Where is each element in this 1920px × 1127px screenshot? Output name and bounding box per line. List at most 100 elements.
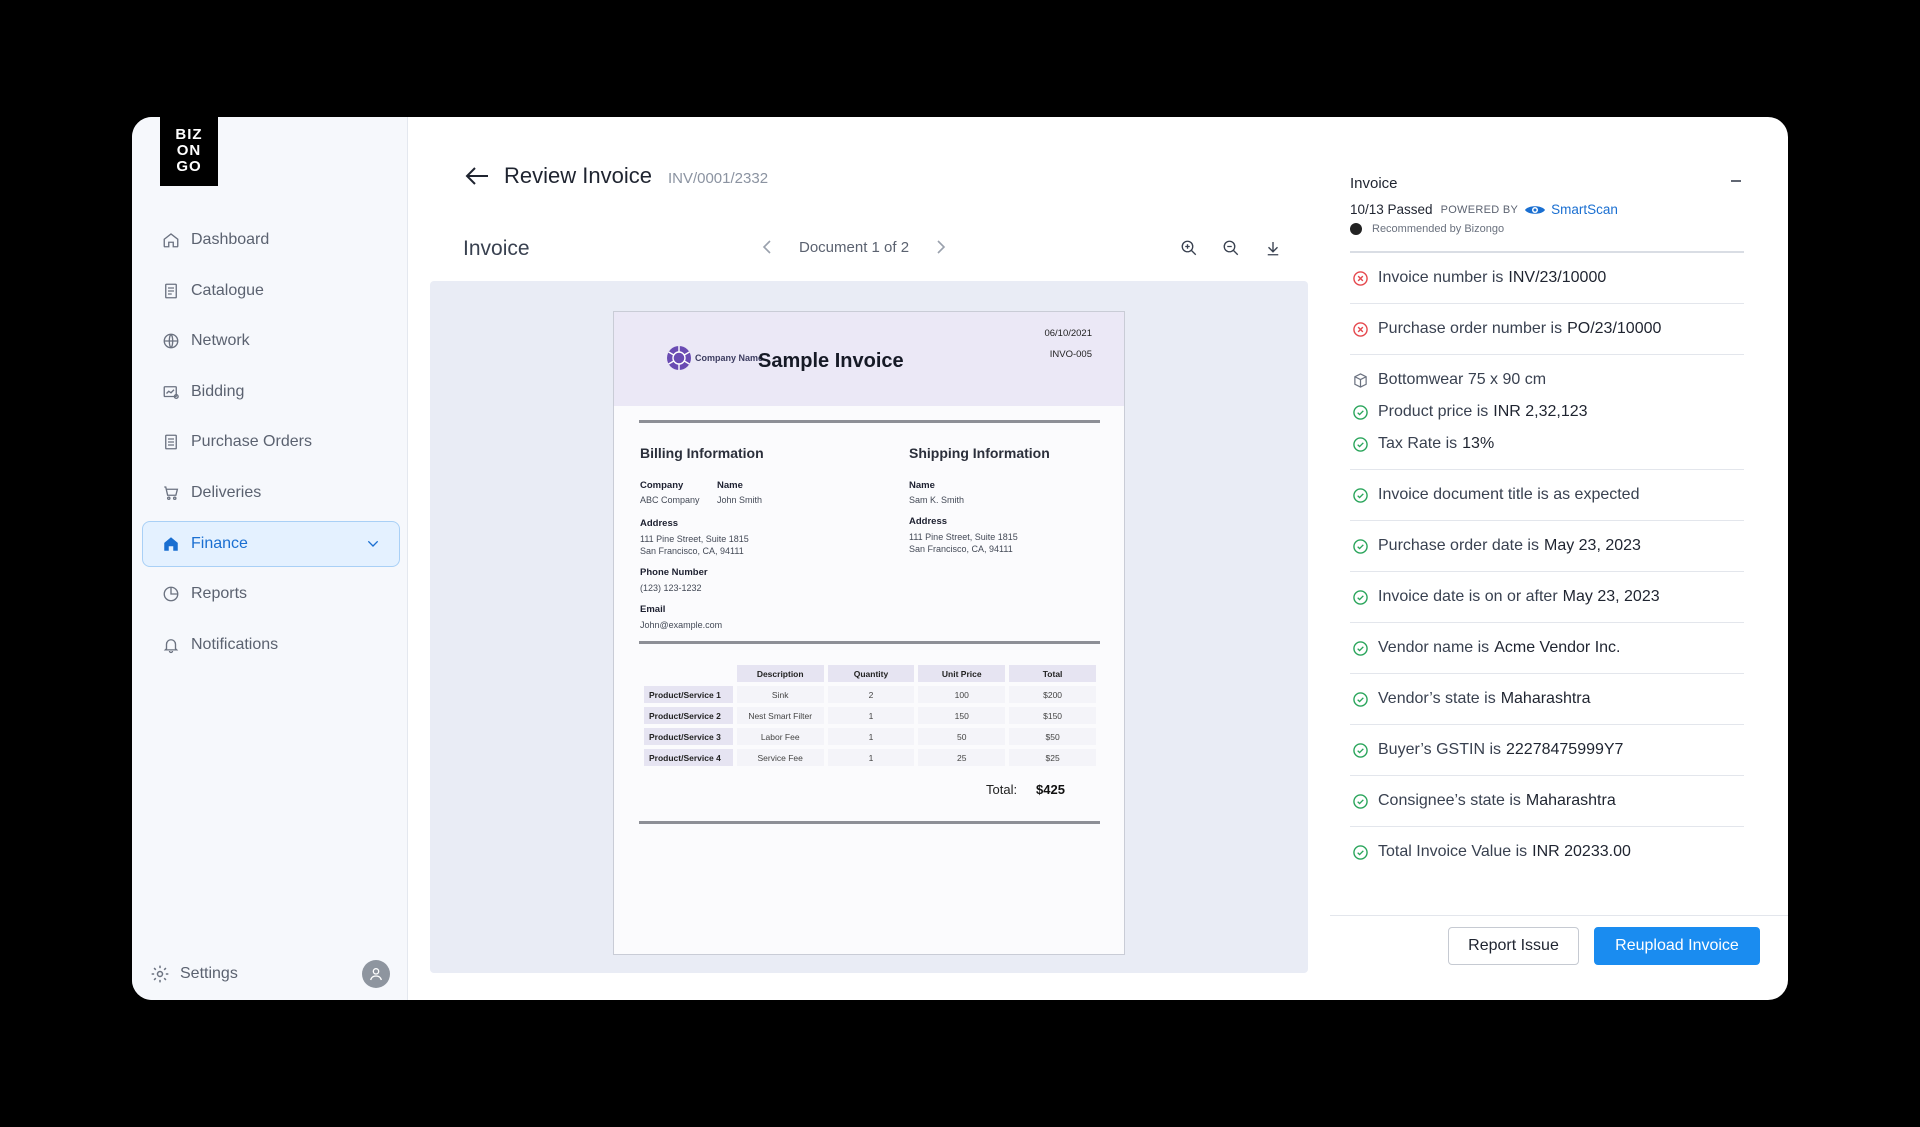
billing-address-line1: 111 Pine Street, Suite 1815 [640, 534, 749, 544]
check-item: Vendor’s state is Maharashtra [1350, 690, 1744, 708]
check-group: Consignee’s state is Maharashtra [1350, 776, 1744, 827]
check-value: Acme Vendor Inc. [1494, 639, 1621, 656]
check-value: Maharashtra [1500, 690, 1591, 707]
invoice-date: 06/10/2021 [1044, 328, 1092, 339]
sidebar-item-catalogue[interactable]: Catalogue [142, 268, 400, 314]
table-cell: Product/Service 3 [644, 728, 733, 745]
check-text: Buyer’s GSTIN is [1378, 741, 1501, 758]
divider [639, 641, 1100, 644]
report-issue-button[interactable]: Report Issue [1448, 927, 1579, 965]
minimize-icon[interactable] [1728, 173, 1744, 189]
column-header: Unit Price [918, 665, 1006, 682]
zoom-in-icon[interactable] [1178, 237, 1200, 259]
viewer-tools [1158, 237, 1284, 259]
sidebar-item-purchase-orders[interactable]: Purchase Orders [142, 419, 400, 465]
next-document-icon[interactable] [931, 237, 951, 257]
panel-header: Invoice 10/13 Passed POWERED BY SmartSca… [1350, 175, 1744, 235]
validation-panel: Invoice 10/13 Passed POWERED BY SmartSca… [1330, 117, 1788, 1000]
brand-name: SmartScan [1551, 202, 1618, 217]
shipping-name: Sam K. Smith [909, 495, 965, 505]
sidebar-item-finance[interactable]: Finance [142, 520, 400, 567]
check-text: Consignee’s state is [1378, 792, 1521, 809]
sidebar-item-label: Finance [191, 534, 248, 552]
billing-title: Billing Information [640, 445, 764, 461]
billing-phone-label: Phone Number [640, 567, 708, 578]
sidebar-item-reports[interactable]: Reports [142, 571, 400, 617]
table-cell: 2 [827, 686, 915, 703]
check-item: Invoice date is on or after May 23, 2023 [1350, 588, 1744, 606]
reupload-invoice-button[interactable]: Reupload Invoice [1594, 927, 1760, 965]
pass-icon [1352, 640, 1368, 656]
sidebar-item-label: Purchase Orders [191, 433, 312, 451]
table-cell: 50 [918, 728, 1006, 745]
billing-company-label: Company [640, 480, 684, 491]
sidebar-nav: Dashboard Catalogue Network Bidding Purc… [142, 217, 400, 672]
viewer-toolbar: Invoice Document 1 of 2 [463, 233, 1308, 265]
fail-icon [1352, 270, 1368, 286]
sidebar-item-label: Bidding [191, 382, 245, 400]
sidebar-item-notifications[interactable]: Notifications [142, 622, 400, 668]
main-content: Review Invoice INV/0001/2332 Invoice Doc… [408, 117, 1308, 1000]
sidebar: BIZ ON GO Dashboard Catalogue Network Bi… [132, 117, 408, 1000]
check-group: Invoice date is on or after May 23, 2023 [1350, 572, 1744, 623]
table-row: Product/Service 3 Labor Fee 1 50 $50 [644, 728, 1096, 745]
check-value: 22278475999Y7 [1506, 741, 1624, 758]
check-text: Invoice document title is as expected [1378, 486, 1640, 503]
logo-line-3: GO [176, 158, 202, 175]
table-row: Product/Service 4 Service Fee 1 25 $25 [644, 749, 1096, 766]
check-group: Purchase order number is PO/23/10000 [1350, 304, 1744, 355]
check-group: Purchase order date is May 23, 2023 [1350, 521, 1744, 572]
table-cell: $200 [1009, 686, 1096, 703]
document-icon [161, 432, 181, 452]
billing-address-label: Address [640, 518, 679, 529]
invoice-number: INVO-005 [1049, 349, 1092, 360]
user-icon [370, 968, 382, 981]
table-cell: Sink [736, 686, 824, 703]
table-cell: 100 [918, 686, 1006, 703]
cart-icon [161, 483, 181, 503]
shipping-name-label: Name [909, 480, 935, 491]
sidebar-item-network[interactable]: Network [142, 318, 400, 364]
sidebar-item-dashboard[interactable]: Dashboard [142, 217, 400, 263]
billing-name: John Smith [717, 495, 763, 505]
document-viewer[interactable]: Company Name Sample Invoice 06/10/2021 I… [430, 281, 1308, 973]
sidebar-item-deliveries[interactable]: Deliveries [142, 470, 400, 516]
sidebar-item-label: Reports [191, 585, 248, 603]
avatar[interactable] [362, 960, 390, 988]
table-cell: 1 [827, 728, 915, 745]
table-row: Product/Service 1 Sink 2 100 $200 [644, 686, 1096, 703]
bizongo-badge-icon [1350, 223, 1362, 235]
document-pager: Document 1 of 2 [757, 237, 951, 257]
check-text: Vendor’s state is [1378, 690, 1496, 707]
check-value: INV/23/10000 [1508, 269, 1607, 286]
billing-email-label: Email [640, 604, 666, 615]
download-icon[interactable] [1262, 237, 1284, 259]
previous-document-icon[interactable] [757, 237, 777, 257]
check-text: Purchase order date is [1378, 537, 1539, 554]
sidebar-item-bidding[interactable]: Bidding [142, 369, 400, 415]
table-cell: Labor Fee [736, 728, 824, 745]
zoom-out-icon[interactable] [1220, 237, 1242, 259]
page-title: Review Invoice [504, 163, 652, 188]
billing-address-line2: San Francisco, CA, 94111 [640, 546, 744, 556]
invoice-document: Company Name Sample Invoice 06/10/2021 I… [613, 311, 1125, 955]
back-arrow-icon[interactable] [464, 165, 490, 187]
check-value: INR 20233.00 [1532, 843, 1631, 860]
chevron-down-icon[interactable] [365, 536, 381, 557]
check-value: PO/23/10000 [1567, 320, 1662, 337]
pass-icon [1352, 404, 1368, 420]
check-text: Vendor name is [1378, 639, 1490, 656]
check-text: Invoice date is on or after [1378, 588, 1558, 605]
settings-link[interactable]: Settings [150, 964, 238, 984]
check-list: Invoice number is INV/23/10000 Purchase o… [1350, 253, 1744, 877]
pie-chart-icon [161, 584, 181, 604]
check-value: 13% [1462, 435, 1495, 452]
logo-line-2: ON [176, 142, 202, 159]
check-group: Vendor’s state is Maharashtra [1350, 674, 1744, 725]
recommended-note: Recommended by Bizongo [1350, 223, 1744, 235]
sidebar-item-label: Deliveries [191, 483, 262, 501]
bizongo-logo[interactable]: BIZ ON GO [160, 117, 218, 186]
invoice-header: Company Name Sample Invoice 06/10/2021 I… [614, 312, 1124, 406]
check-item: Invoice number is INV/23/10000 [1350, 269, 1744, 287]
table-cell: Product/Service 1 [644, 686, 733, 703]
